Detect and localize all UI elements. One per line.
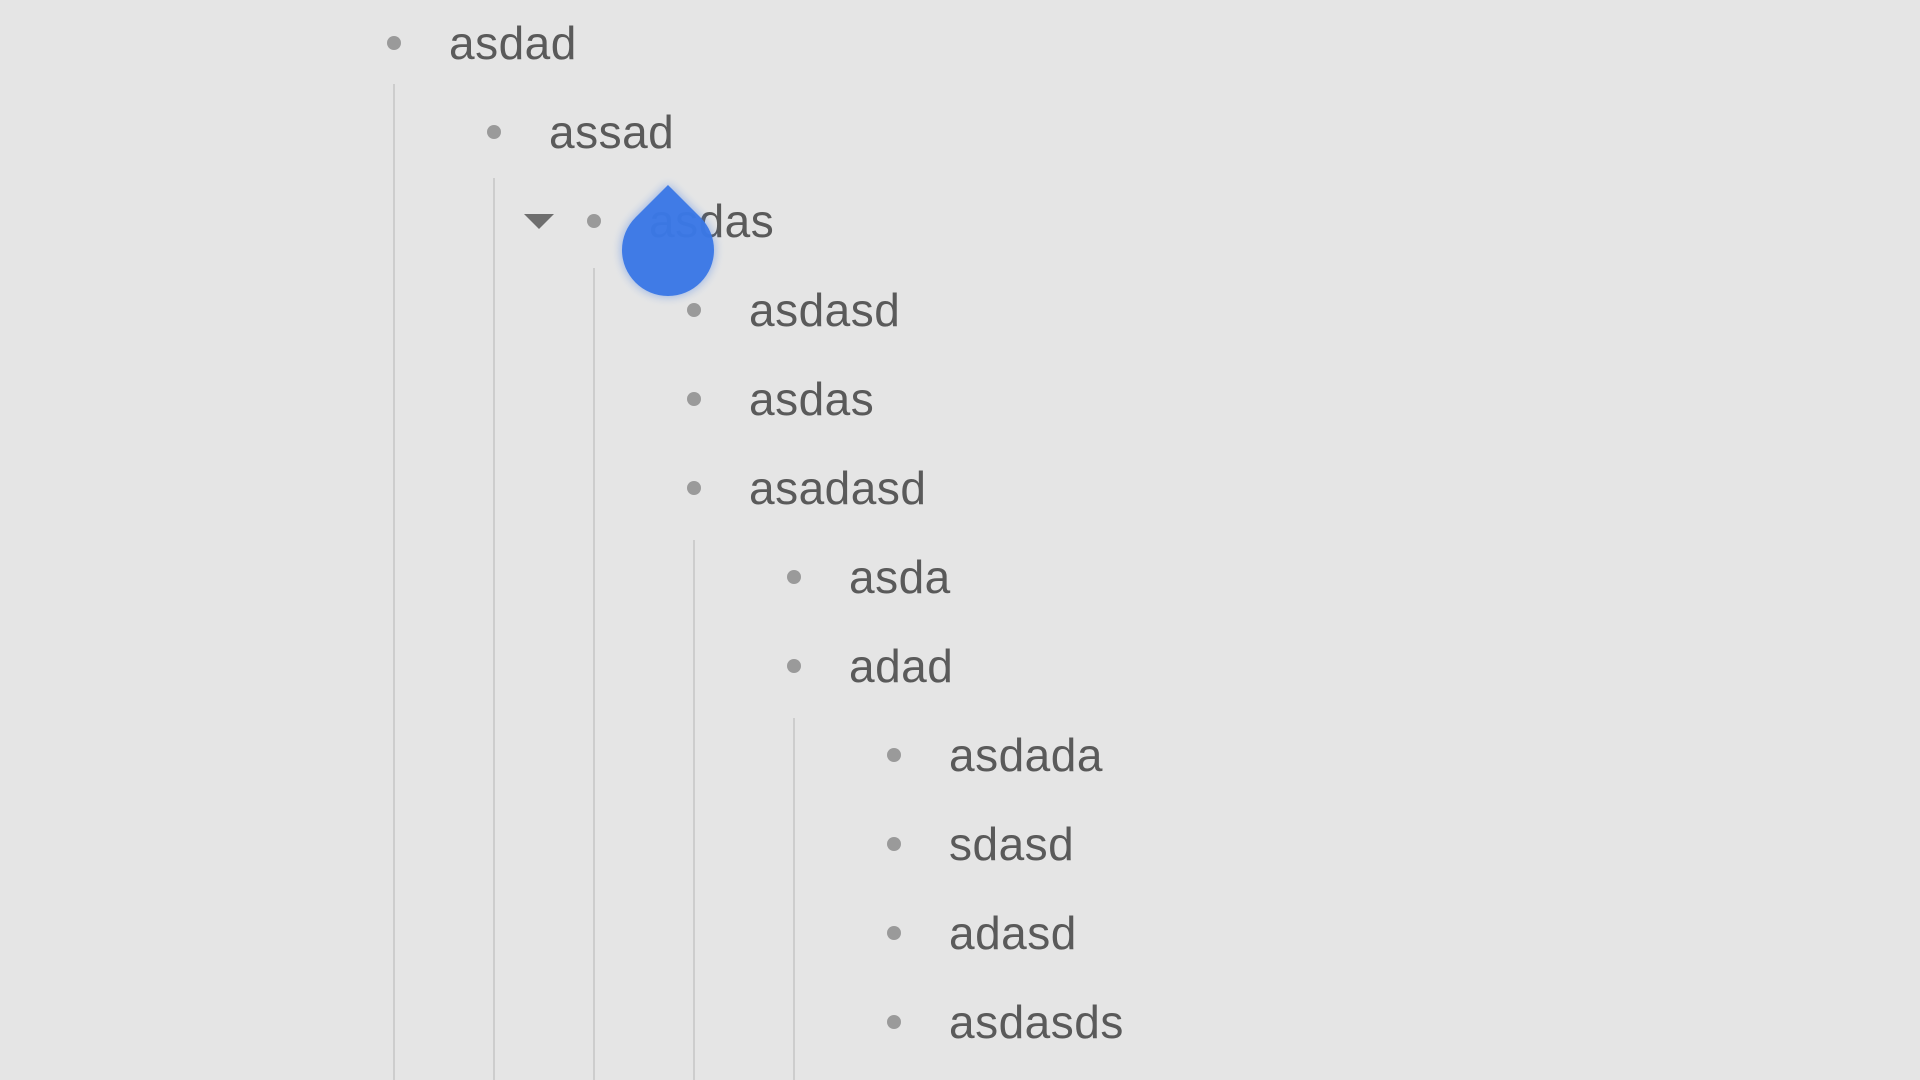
bullet-dot-icon[interactable] [787,570,801,584]
outline-item-label[interactable]: asdasd [749,280,900,340]
bullet-dot-icon[interactable] [487,125,501,139]
bullet-dot-icon[interactable] [887,926,901,940]
bullet-dot-icon[interactable] [687,303,701,317]
indent-guide-depth-2 [493,178,495,1080]
bullet-dot-icon[interactable] [587,214,601,228]
indent-guide-depth-4 [693,540,695,1080]
outline-item-label[interactable]: asdas [749,369,874,429]
outline-item-label[interactable]: asda [849,547,951,607]
bullet-dot-icon[interactable] [687,481,701,495]
bullet-dot-icon[interactable] [387,36,401,50]
outline-item-label[interactable]: adasd [949,903,1077,963]
outline-item-label[interactable]: asdad [449,13,577,73]
outline-item-label[interactable]: adad [849,636,953,696]
bullet-dot-icon[interactable] [887,837,901,851]
outline-item-label[interactable]: asdada [949,725,1103,785]
bullet-dot-icon[interactable] [887,748,901,762]
caret-down-icon[interactable] [524,214,554,229]
outline-item-label[interactable]: sdasd [949,814,1074,874]
indent-guide-depth-5 [793,718,795,1080]
bullet-dot-icon[interactable] [687,392,701,406]
bullet-dot-icon[interactable] [787,659,801,673]
outline-item-label[interactable]: assad [549,102,674,162]
outline-item-label[interactable]: asdasds [949,992,1124,1052]
indent-guide-depth-3 [593,268,595,1080]
outline-canvas: asdad assad asdas asdasd asdas asadasd a… [0,0,1920,1080]
outline-item-label[interactable]: asadasd [749,458,926,518]
bullet-dot-icon[interactable] [887,1015,901,1029]
indent-guide-depth-1 [393,84,395,1080]
